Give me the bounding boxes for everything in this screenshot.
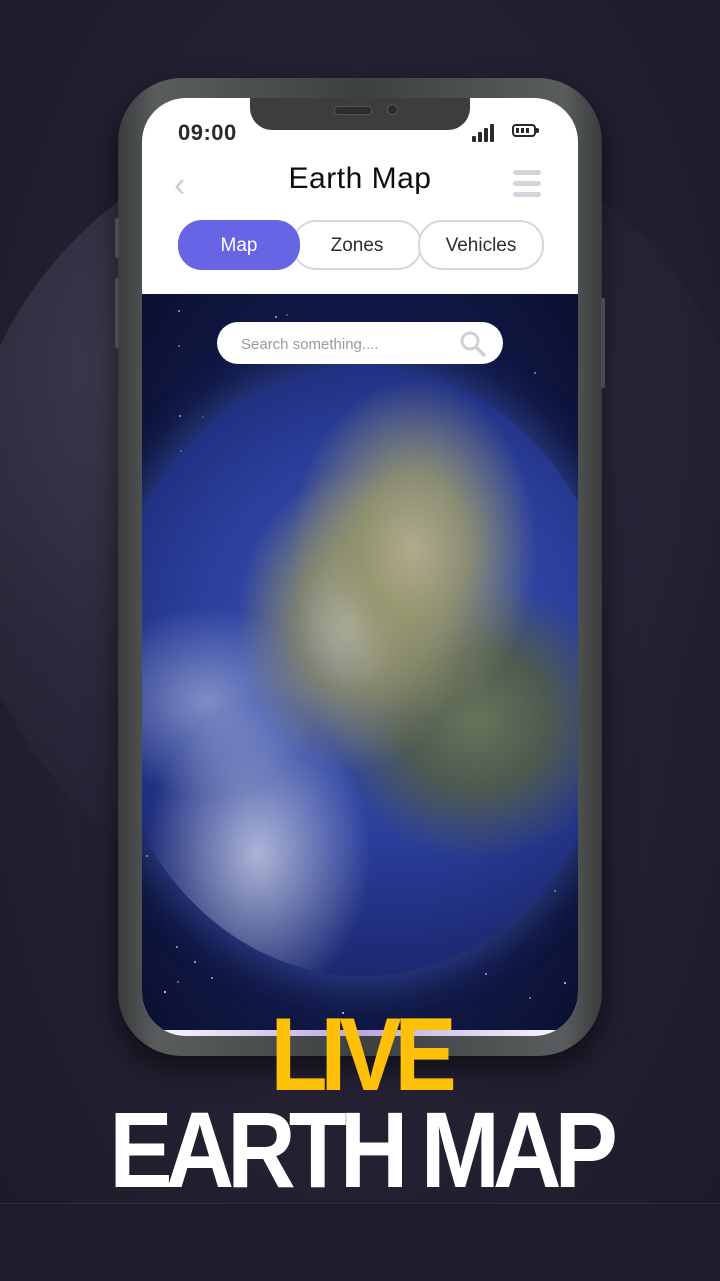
battery-icon <box>512 124 539 137</box>
cellular-signal-icon <box>472 124 496 142</box>
star <box>179 415 182 418</box>
star <box>176 981 179 984</box>
phone-notch <box>250 98 470 130</box>
status-time: 09:00 <box>178 120 237 145</box>
tab-bar: Map Zones Vehicles <box>178 220 544 270</box>
star <box>145 855 148 858</box>
star <box>194 961 197 964</box>
map-view[interactable] <box>142 294 578 1036</box>
menu-button[interactable] <box>513 170 541 198</box>
phone-side-button <box>115 218 119 258</box>
speaker-grille <box>334 106 372 115</box>
star <box>485 972 488 975</box>
promo-headline-earth-map: EARTH MAP <box>109 1089 618 1210</box>
earth-globe[interactable] <box>142 366 578 976</box>
tab-map[interactable]: Map <box>178 220 300 270</box>
hamburger-menu-icon <box>513 192 541 197</box>
tab-vehicles[interactable]: Vehicles <box>418 220 544 270</box>
front-camera <box>387 104 398 115</box>
hamburger-menu-icon <box>513 170 541 175</box>
star <box>211 976 214 979</box>
search-bar[interactable] <box>217 322 503 366</box>
phone-mockup: 09:00 ‹ Earth Map Map Zones Vehicles <box>115 78 605 1056</box>
star <box>274 315 277 318</box>
hamburger-menu-icon <box>513 181 541 186</box>
background-footer-band <box>0 1203 720 1281</box>
phone-screen: 09:00 ‹ Earth Map Map Zones Vehicles <box>142 98 578 1036</box>
star <box>163 990 166 993</box>
tab-zones[interactable]: Zones <box>292 220 422 270</box>
star <box>554 889 557 892</box>
star <box>177 309 180 312</box>
phone-side-button <box>601 298 605 388</box>
star <box>176 946 179 949</box>
phone-side-button <box>115 278 119 348</box>
star <box>286 314 289 317</box>
star <box>564 981 567 984</box>
star <box>201 416 204 419</box>
star <box>528 997 531 1000</box>
search-input[interactable] <box>239 322 463 366</box>
star <box>534 371 537 374</box>
star <box>178 344 181 347</box>
search-icon[interactable] <box>459 330 487 358</box>
